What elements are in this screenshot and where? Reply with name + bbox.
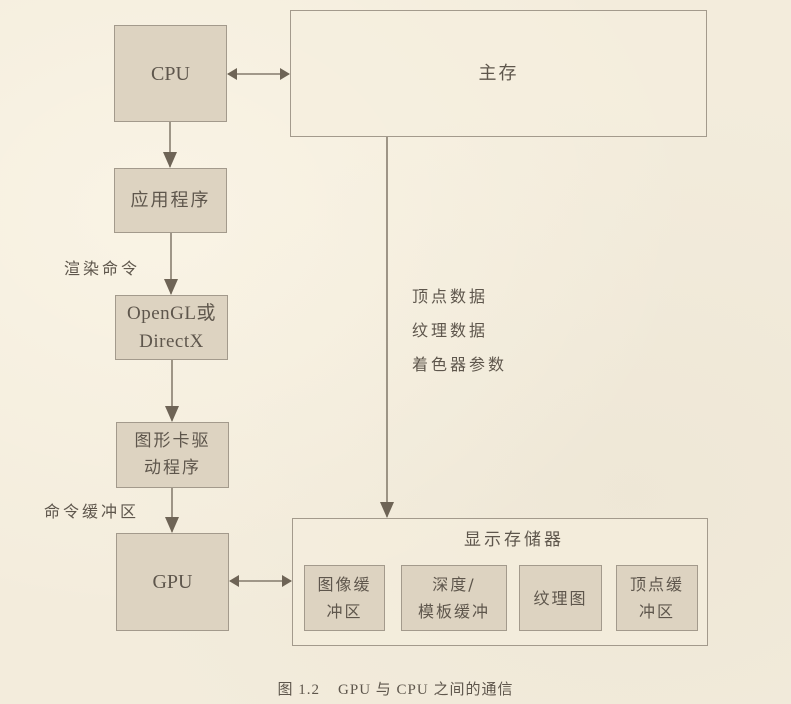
graphics-api-label-line2: DirectX: [139, 330, 204, 352]
figure-number: 图 1.2: [277, 682, 321, 698]
graphics-driver-label-line1: 图形卡驱: [134, 431, 211, 451]
display-memory-block: 纹理图: [519, 565, 602, 631]
frame-buffer-label-line1: 图像缓: [317, 575, 372, 594]
main-memory-label: 主存: [478, 62, 519, 84]
display-memory-block: 深度/ 模板缓冲: [401, 565, 507, 631]
graphics-driver-box: 图形卡驱 动程序: [116, 422, 229, 488]
display-memory-label: 显示存储器: [464, 530, 564, 550]
command-buffer-label: 命令缓冲区: [44, 502, 140, 521]
graphics-api-label-line1: OpenGL或: [127, 302, 216, 324]
texture-data-label: 纹理数据: [412, 321, 489, 340]
display-memory-block: 图像缓 冲区: [304, 565, 385, 631]
graphics-api-box: OpenGL或 DirectX: [115, 295, 228, 360]
cpu-box: CPU: [114, 25, 227, 122]
application-label: 应用程序: [130, 189, 211, 211]
main-memory-box: 主存: [290, 10, 707, 137]
display-memory-block: 顶点缓 冲区: [616, 565, 698, 631]
cpu-label: CPU: [151, 62, 190, 85]
vertex-data-label: 顶点数据: [412, 287, 489, 306]
gpu-box: GPU: [116, 533, 229, 631]
render-commands-label: 渲染命令: [64, 259, 141, 278]
vertex-buffer-label-line2: 冲区: [638, 602, 675, 621]
frame-buffer-label-line2: 冲区: [326, 602, 363, 621]
gpu-label: GPU: [152, 571, 193, 593]
depth-stencil-label-line2: 模板缓冲: [417, 602, 490, 621]
shader-params-label: 着色器参数: [412, 355, 508, 374]
figure-title: GPU 与 CPU 之间的通信: [338, 682, 514, 698]
texture-map-label: 纹理图: [533, 588, 588, 608]
graphics-driver-label-line2: 动程序: [144, 458, 201, 478]
depth-stencil-label-line1: 深度/: [432, 575, 476, 594]
application-box: 应用程序: [114, 168, 227, 233]
vertex-buffer-label-line1: 顶点缓: [629, 575, 684, 594]
figure-caption: 图 1.2 GPU 与 CPU 之间的通信: [0, 678, 791, 699]
